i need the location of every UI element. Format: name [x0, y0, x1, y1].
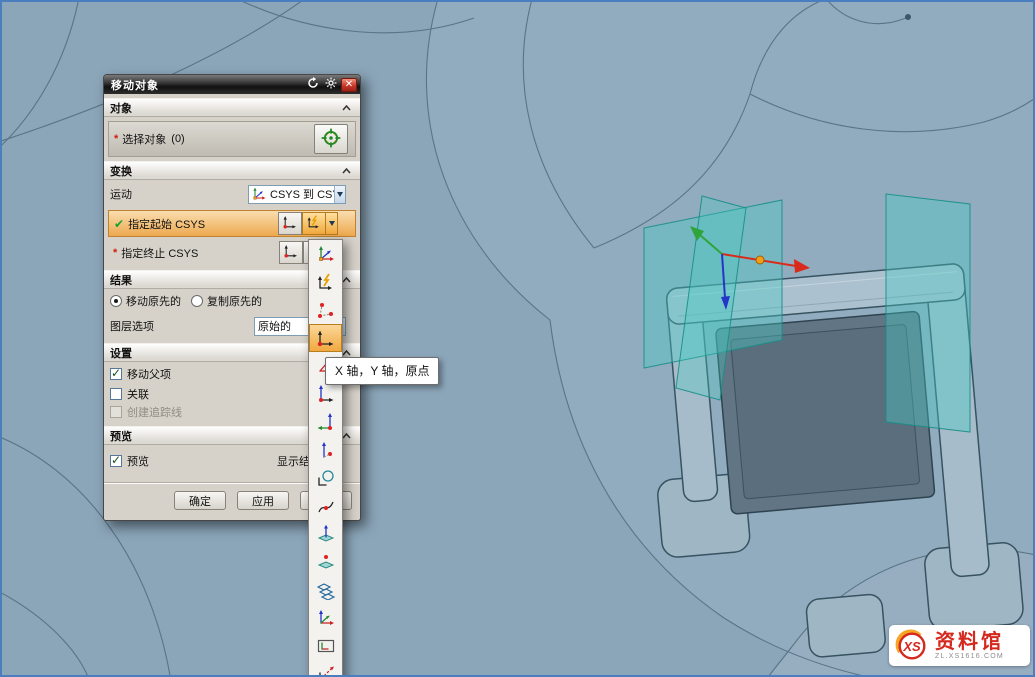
dialog-settings-button[interactable]: [323, 78, 339, 92]
frame-front-foot: [805, 593, 886, 657]
dialog-title: 移动对象: [111, 77, 303, 93]
checkbox-move-parent[interactable]: [110, 368, 122, 380]
flyout-item-xaxis-yaxis-origin[interactable]: [309, 324, 342, 352]
motion-combobox[interactable]: CSYS 到 CSY: [248, 185, 346, 204]
checkbox-preview[interactable]: [110, 455, 122, 467]
show-result-label: 显示结: [277, 453, 310, 469]
flyout-item-origin-xpoint-ypoint[interactable]: [309, 296, 342, 324]
checkbox-create-trace: [110, 406, 122, 418]
checkbox-move-parent-label: 移动父项: [127, 366, 171, 382]
chevron-down-icon: [329, 221, 335, 226]
chevron-up-icon: [342, 274, 351, 286]
flyout-item-zaxis-yaxis-origin[interactable]: [309, 408, 342, 436]
checkbox-association[interactable]: [110, 388, 122, 400]
flyout-item-three-planes[interactable]: [309, 576, 342, 604]
checkbox-create-trace-label: 创建追踪线: [127, 404, 182, 420]
radio-copy-original[interactable]: [191, 295, 203, 307]
close-button[interactable]: ✕: [341, 78, 357, 92]
specify-start-label: 指定起始 CSYS: [128, 216, 205, 232]
check-icon: ✔: [114, 217, 124, 231]
chevron-up-icon: [342, 165, 351, 177]
flyout-item-dynamic-csys[interactable]: [309, 240, 342, 268]
csys-dialog-button-end[interactable]: [279, 241, 303, 264]
motion-value: CSYS 到 CSY: [267, 186, 334, 202]
flyout-item-current-view-csys[interactable]: [309, 632, 342, 660]
flyout-item-plane-xaxis-point[interactable]: [309, 548, 342, 576]
gear-icon: [325, 77, 337, 92]
csys-type-button-start[interactable]: [302, 212, 326, 235]
specify-start-csys-row[interactable]: ✔ 指定起始 CSYS: [108, 210, 356, 237]
required-asterisk: *: [114, 133, 118, 145]
csys-to-csys-icon: [249, 186, 267, 202]
radio-move-original[interactable]: [110, 295, 122, 307]
datum-plane-right[interactable]: [886, 194, 970, 432]
flyout-item-plane-and-vector[interactable]: [309, 520, 342, 548]
checkbox-association-label: 关联: [127, 386, 149, 402]
chevron-down-icon: [337, 192, 343, 197]
reset-button[interactable]: [305, 78, 321, 92]
watermark-logo-icon: XS: [895, 629, 929, 663]
chevron-up-icon: [342, 430, 351, 442]
flyout-item-inferred-csys[interactable]: [309, 268, 342, 296]
required-asterisk: *: [113, 247, 117, 259]
svg-text:XS: XS: [902, 638, 921, 653]
flyout-item-object-csys[interactable]: [309, 464, 342, 492]
select-object-label: 选择对象: [122, 131, 166, 147]
specify-end-label: 指定终止 CSYS: [121, 245, 198, 261]
csys-icon: [283, 243, 299, 262]
reset-icon: [307, 77, 319, 92]
flyout-item-zaxis-xpoint[interactable]: [309, 436, 342, 464]
csys-type-dropdown-start[interactable]: [326, 212, 338, 235]
csys-dialog-button-start[interactable]: [278, 212, 302, 235]
inferred-csys-icon: [306, 214, 322, 233]
apply-button[interactable]: 应用: [237, 491, 289, 510]
ok-button[interactable]: 确定: [174, 491, 226, 510]
watermark: XS 资料馆 ZL.XS1616.COM: [889, 625, 1030, 666]
select-object-count: (0): [171, 133, 184, 145]
radio-copy-original-label: 复制原先的: [207, 293, 262, 309]
close-icon: ✕: [345, 80, 353, 90]
tooltip: X 轴，Y 轴，原点: [325, 357, 439, 385]
radio-move-original-label: 移动原先的: [126, 293, 181, 309]
csys-flyout: [308, 239, 343, 677]
select-target-icon: [320, 127, 342, 152]
section-header-transform[interactable]: 变换: [104, 161, 360, 180]
layer-option-label: 图层选项: [110, 318, 154, 334]
collapse-transform-button[interactable]: [339, 164, 354, 177]
section-header-object[interactable]: 对象: [104, 98, 360, 117]
flyout-item-offset-csys[interactable]: [309, 660, 342, 677]
motion-dropdown-button[interactable]: [334, 186, 345, 203]
watermark-brand: 资料馆: [935, 632, 1004, 653]
select-object-button[interactable]: [314, 124, 348, 154]
csys-flyout-list: [309, 240, 342, 677]
watermark-site: ZL.XS1616.COM: [935, 653, 1004, 660]
origin-handle[interactable]: [756, 256, 764, 264]
select-object-row[interactable]: * 选择对象 (0): [108, 121, 356, 157]
csys-icon: [282, 214, 298, 233]
collapse-object-button[interactable]: [339, 101, 354, 114]
flyout-item-absolute-csys[interactable]: [309, 604, 342, 632]
flyout-item-point-perpendicular-curve[interactable]: [309, 492, 342, 520]
dialog-titlebar[interactable]: 移动对象 ✕: [104, 75, 360, 94]
chevron-up-icon: [342, 102, 351, 114]
application-window: 移动对象 ✕ 对象 * 选择对象 (0): [0, 0, 1035, 677]
checkbox-preview-label: 预览: [127, 453, 149, 469]
motion-label: 运动: [110, 186, 132, 202]
motion-row: 运动 CSYS 到 CSY: [104, 180, 360, 208]
